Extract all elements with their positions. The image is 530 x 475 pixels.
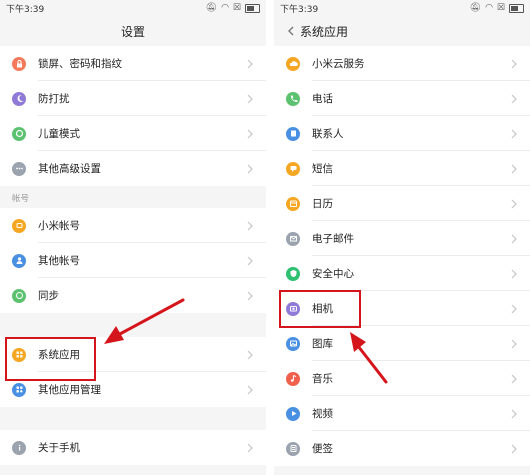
annotation-arrow-left [104, 298, 185, 344]
annotation-arrow-right [350, 332, 388, 384]
system-apps-screen: 下午3:39 🔕︎ ◠ ☒ 系统应用 小米云服务 电话 联系人 短信 日历 电子邮件 安全中… [274, 0, 530, 475]
settings-screen: 下午3:39 🔕︎ ◠ ☒ 设置 锁屏、密码和指纹 防打扰 儿童模式 其他高级设置 帐… [0, 0, 266, 475]
